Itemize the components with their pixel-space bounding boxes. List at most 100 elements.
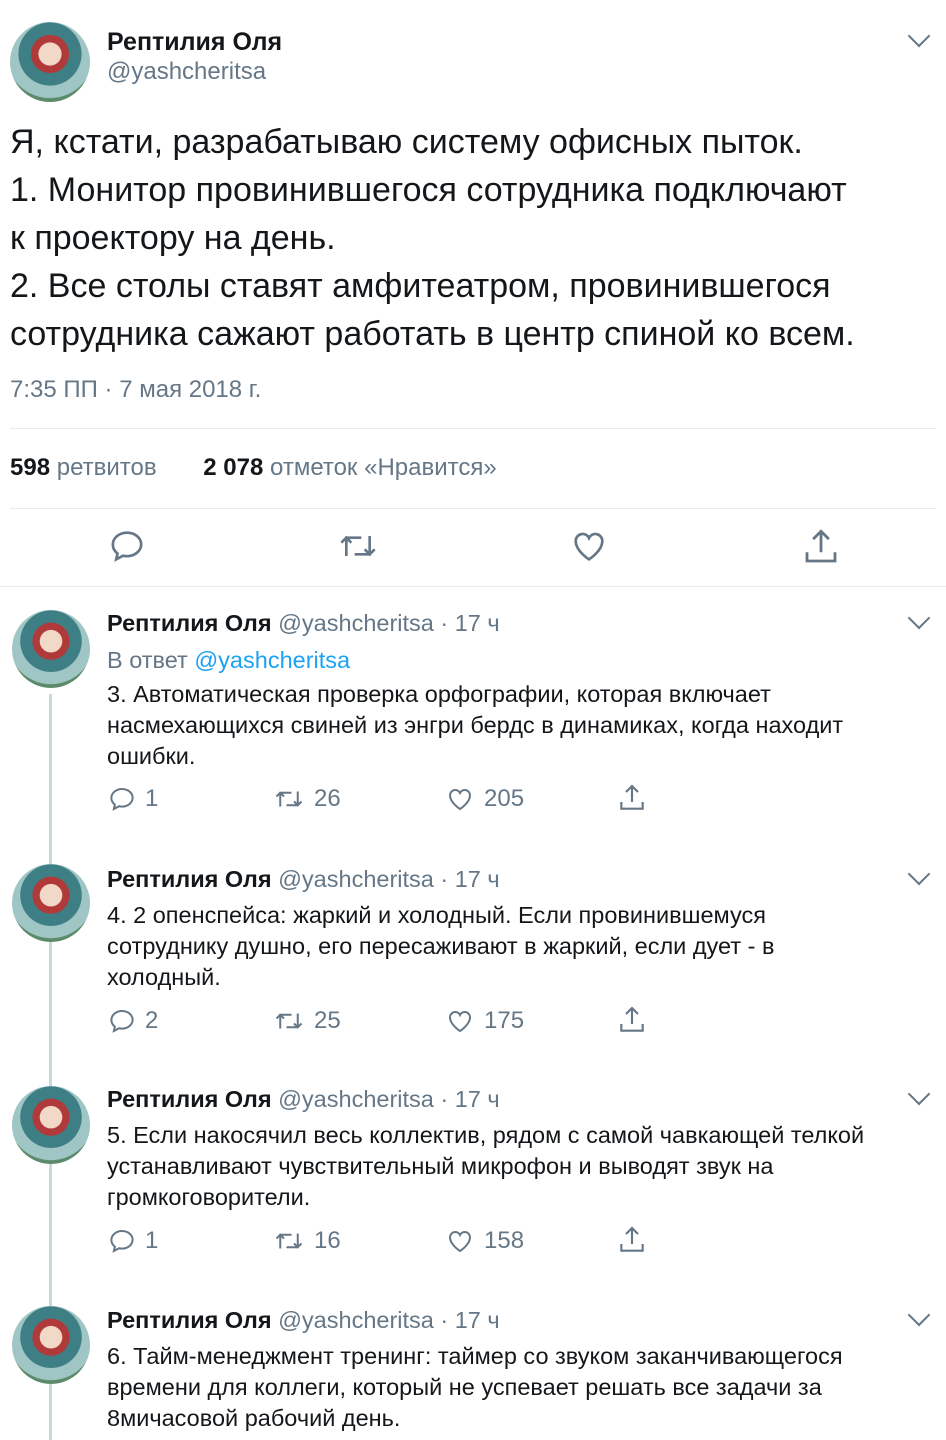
divider (0, 586, 946, 587)
reply-count: 1 (145, 785, 159, 812)
reply-to-line: В ответ @yashcheritsa (107, 647, 350, 674)
chevron-down-icon[interactable] (907, 24, 931, 48)
tweet-line: 2. Все столы ставят амфитеатром, провини… (10, 267, 831, 305)
share-button[interactable] (800, 526, 842, 568)
tweet-meta[interactable]: @yashcheritsa · 17 ч (278, 866, 500, 892)
tweet-line: 3. Автоматическая проверка орфографии, к… (107, 681, 771, 707)
tweet-text: 4. 2 опенспейса: жаркий и холодный. Если… (107, 900, 937, 993)
retweet-button[interactable]: 26 (272, 784, 341, 814)
tweet-line: к проектору на день. (10, 219, 336, 257)
tweet-text: 3. Автоматическая проверка орфографии, к… (107, 679, 937, 772)
author-name[interactable]: Рептилия Оля (107, 1307, 272, 1333)
reply-header: Рептилия Оля @yashcheritsa · 17 ч (107, 1086, 500, 1113)
share-button[interactable] (616, 1004, 648, 1036)
tweet-line: 5. Если накосячил весь коллектив, рядом … (107, 1122, 865, 1148)
tweet-line: 8мичасовой рабочий день. (107, 1405, 401, 1431)
author-handle[interactable]: @yashcheritsa (107, 58, 266, 86)
reply-icon (110, 787, 134, 811)
retweet-icon (275, 1233, 303, 1249)
like-count: 175 (484, 1007, 525, 1034)
retweet-count: 25 (314, 1007, 341, 1034)
reply-button[interactable]: 1 (107, 1226, 158, 1256)
reply-header: Рептилия Оля @yashcheritsa · 17 ч (107, 1307, 500, 1334)
reply-count: 1 (145, 1227, 159, 1254)
chevron-down-icon[interactable] (907, 862, 931, 886)
author-name[interactable]: Рептилия Оля (107, 28, 282, 57)
tweet-line: насмехающихся свиней из энгри бердс в ди… (107, 712, 844, 738)
tweet-line: громкоговорители. (107, 1184, 311, 1210)
heart-icon (574, 532, 604, 561)
retweet-button[interactable]: 16 (272, 1226, 341, 1256)
like-count: 205 (484, 785, 525, 812)
reply-icon (111, 531, 143, 562)
retweet-icon (340, 535, 376, 557)
reply-icon (110, 1229, 134, 1253)
tweet-line: 6. Тайм-менеджмент тренинг: таймер со зв… (107, 1343, 843, 1369)
divider (10, 508, 936, 509)
chevron-down-icon[interactable] (907, 1082, 931, 1106)
tweet-meta[interactable]: @yashcheritsa · 17 ч (278, 1086, 500, 1112)
avatar[interactable] (10, 22, 90, 102)
retweets-count: 598 (10, 454, 51, 481)
tweet-line: сотруднику душно, его пересаживают в жар… (107, 933, 775, 959)
like-button[interactable]: 205 (444, 784, 524, 814)
retweet-count: 16 (314, 1227, 341, 1254)
chevron-down-icon[interactable] (907, 1303, 931, 1327)
reply-icon (110, 1009, 134, 1033)
avatar[interactable] (12, 1306, 90, 1384)
likes-count: 2 078 (203, 454, 264, 481)
like-button[interactable] (568, 526, 610, 566)
reply-button[interactable]: 1 (107, 784, 158, 814)
divider (10, 428, 936, 429)
avatar[interactable] (12, 864, 90, 942)
tweet-line: холодный. (107, 964, 221, 990)
reply-count: 2 (145, 1007, 159, 1034)
stats-row: 598 ретвитов 2 078 отметок «Нравится» (10, 454, 497, 482)
likes-label: отметок «Нравится» (270, 454, 497, 481)
reply-to-handle[interactable]: @yashcheritsa (194, 647, 350, 673)
retweet-button[interactable]: 25 (272, 1006, 341, 1036)
tweet-line: устанавливают чувствительный микрофон и … (107, 1153, 774, 1179)
reply-button[interactable]: 2 (107, 1006, 158, 1036)
tweet-line: сотрудника сажают работать в центр спино… (10, 315, 855, 353)
heart-icon (448, 1231, 472, 1253)
retweets-label: ретвитов (56, 454, 157, 481)
avatar[interactable] (12, 610, 90, 688)
tweet-line: 1. Монитор провинившегося сотрудника под… (10, 171, 847, 209)
share-button[interactable] (616, 782, 648, 814)
tweet-meta[interactable]: @yashcheritsa · 17 ч (278, 1307, 500, 1333)
tweet-line: 4. 2 опенспейса: жаркий и холодный. Если… (107, 902, 766, 928)
tweet-line: времени для коллеги, который не успевает… (107, 1374, 822, 1400)
author-name[interactable]: Рептилия Оля (107, 1086, 272, 1112)
share-icon (805, 529, 837, 563)
share-icon (620, 1006, 644, 1032)
share-icon (620, 1226, 644, 1252)
author-name[interactable]: Рептилия Оля (107, 610, 272, 636)
share-button[interactable] (616, 1224, 648, 1256)
tweet-meta[interactable]: @yashcheritsa · 17 ч (278, 610, 500, 636)
heart-icon (448, 1011, 472, 1033)
chevron-down-icon[interactable] (907, 606, 931, 630)
like-count: 158 (484, 1227, 525, 1254)
tweet-text: Я, кстати, разрабатываю систему офисных … (10, 118, 940, 358)
retweet-icon (275, 1013, 303, 1029)
reply-header: Рептилия Оля @yashcheritsa · 17 ч (107, 866, 500, 893)
avatar[interactable] (12, 1086, 90, 1164)
author-name[interactable]: Рептилия Оля (107, 866, 272, 892)
tweet-text: 5. Если накосячил весь коллектив, рядом … (107, 1120, 937, 1213)
retweet-button[interactable] (336, 526, 380, 566)
likes-stat[interactable]: 2 078 отметок «Нравится» (203, 454, 496, 481)
retweet-icon (275, 791, 303, 807)
tweet-timestamp[interactable]: 7:35 ПП · 7 мая 2018 г. (10, 376, 261, 404)
retweets-stat[interactable]: 598 ретвитов (10, 454, 163, 481)
reply-to-prefix: В ответ (107, 647, 188, 673)
tweet-line: Я, кстати, разрабатываю систему офисных … (10, 123, 803, 161)
share-icon (620, 784, 644, 810)
reply-button[interactable] (107, 526, 147, 566)
like-button[interactable]: 158 (444, 1226, 524, 1256)
reply-header: Рептилия Оля @yashcheritsa · 17 ч (107, 610, 500, 637)
like-button[interactable]: 175 (444, 1006, 524, 1036)
tweet-line: ошибки. (107, 743, 196, 769)
heart-icon (448, 789, 472, 811)
retweet-count: 26 (314, 785, 341, 812)
